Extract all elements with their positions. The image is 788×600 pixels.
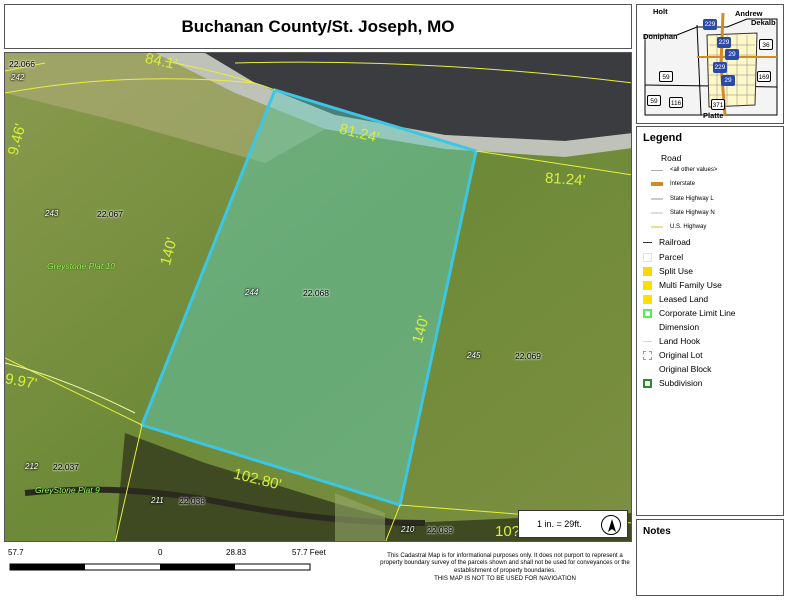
lot-number: 245: [467, 351, 481, 360]
parcel-swatch: [643, 252, 652, 262]
lot-number: 212: [25, 462, 39, 471]
interstate-shield-icon: 229: [717, 37, 731, 48]
map-title: Buchanan County/St. Joseph, MO: [181, 17, 455, 36]
parcel-id: 22.038: [179, 496, 205, 506]
lot-number: 244: [245, 288, 259, 297]
line-swatch: [651, 169, 663, 171]
legend-item-railroad: Railroad: [643, 237, 691, 247]
legend-item-corporate-limit: Corporate Limit Line: [643, 308, 736, 318]
scale-label: 0: [158, 548, 163, 557]
original-lot-swatch: [643, 350, 652, 360]
notes-title: Notes: [643, 526, 671, 537]
legend-item-original-block: Original Block: [643, 364, 711, 374]
legend-item-land-hook: Land Hook: [643, 336, 700, 346]
interstate-shield-icon: 29: [721, 75, 735, 86]
county-label: Platte: [703, 111, 724, 120]
north-arrow-icon: [601, 515, 621, 535]
line-swatch: [651, 182, 663, 186]
parcel-id: 22.069: [515, 351, 541, 361]
notes-panel: Notes: [636, 519, 784, 596]
legend-panel: Legend Road <all other values> Interstat…: [636, 126, 784, 516]
highway-shield-icon: 169: [757, 71, 771, 82]
land-hook-swatch: [643, 340, 652, 342]
scale-label: 28.83: [226, 548, 247, 557]
legend-item-dimension: Dimension: [643, 322, 699, 332]
parcel-id: 22.037: [53, 462, 79, 472]
railroad-swatch: [643, 241, 652, 243]
locator-map[interactable]: Holt Andrew Dekalb Doniphan Platte 229 2…: [636, 4, 784, 124]
map-view[interactable]: 84.1' 81.24' 81.24' 140' 140' 102.80' 9.…: [4, 52, 632, 542]
scale-ratio: 1 in. = 29ft.: [537, 519, 582, 529]
scale-bar-graphic: [9, 563, 311, 571]
highway-shield-icon: 36: [759, 39, 773, 50]
split-use-swatch: [643, 266, 652, 276]
lot-number: 243: [45, 209, 59, 218]
legend-item-split-use: Split Use: [643, 266, 693, 276]
parcel-id: 22.039: [427, 525, 453, 535]
legend-item-original-lot: Original Lot: [643, 350, 702, 360]
highway-shield-icon: 59: [659, 71, 673, 82]
scale-bar: 57.7 0 28.83 57.7 Feet: [4, 546, 374, 596]
line-swatch: [651, 198, 663, 200]
title-panel: Buchanan County/St. Joseph, MO: [4, 4, 632, 49]
county-label: Dekalb: [751, 18, 776, 27]
legend-road-item: State Highway N: [651, 210, 715, 216]
highway-shield-icon: 116: [669, 97, 683, 108]
line-swatch: [651, 212, 663, 214]
highway-shield-icon: 371: [711, 99, 725, 110]
plat-label: Greystone Plat 10: [47, 261, 116, 271]
dimension-swatch: [643, 323, 652, 332]
corporate-limit-swatch: [643, 308, 652, 318]
scale-ratio-box: 1 in. = 29ft.: [518, 510, 628, 538]
parcel-id: 22.066: [9, 59, 35, 69]
subdivision-swatch: [643, 378, 652, 388]
legend-item-multi-family: Multi Family Use: [643, 280, 722, 290]
legend-title: Legend: [643, 132, 683, 144]
scale-label: 57.7 Feet: [292, 548, 326, 557]
disclaimer: This Cadastral Map is for informational …: [378, 552, 632, 582]
scale-label: 57.7: [8, 548, 24, 557]
lot-number: 210: [401, 525, 415, 534]
legend-road-item: <all other values>: [651, 167, 717, 173]
county-label: Doniphan: [643, 32, 678, 41]
original-block-swatch: [643, 365, 652, 374]
lot-number: 211: [151, 496, 164, 505]
lot-number: 242: [11, 73, 25, 82]
dim-top-outer: 81.24': [544, 169, 586, 190]
navigation-warning: THIS MAP IS NOT TO BE USED FOR NAVIGATIO…: [434, 574, 576, 582]
leased-land-swatch: [643, 294, 652, 304]
legend-road-header: Road: [661, 153, 682, 163]
line-swatch: [651, 226, 663, 228]
legend-road-item: Interstate: [651, 181, 695, 187]
county-label: Andrew: [735, 9, 763, 18]
dim-bottom-right: 10?: [495, 523, 521, 540]
legend-item-subdivision: Subdivision: [643, 378, 702, 388]
highway-shield-icon: 59: [647, 95, 661, 106]
county-label: Holt: [653, 7, 668, 16]
parcel-id: 22.067: [97, 209, 123, 219]
parcel-id[interactable]: 22.068: [303, 288, 329, 298]
legend-road-item: U.S. Highway: [651, 224, 706, 230]
interstate-shield-icon: 229: [713, 62, 727, 73]
disclaimer-text: This Cadastral Map is for informational …: [380, 552, 630, 574]
legend-item-leased-land: Leased Land: [643, 294, 708, 304]
legend-item-parcel: Parcel: [643, 252, 683, 262]
interstate-shield-icon: 29: [725, 49, 739, 60]
interstate-shield-icon: 229: [703, 19, 717, 30]
plat-label: GreyStone Plat 9: [35, 485, 100, 495]
multi-family-swatch: [643, 280, 652, 290]
legend-road-item: State Highway L: [651, 196, 714, 202]
